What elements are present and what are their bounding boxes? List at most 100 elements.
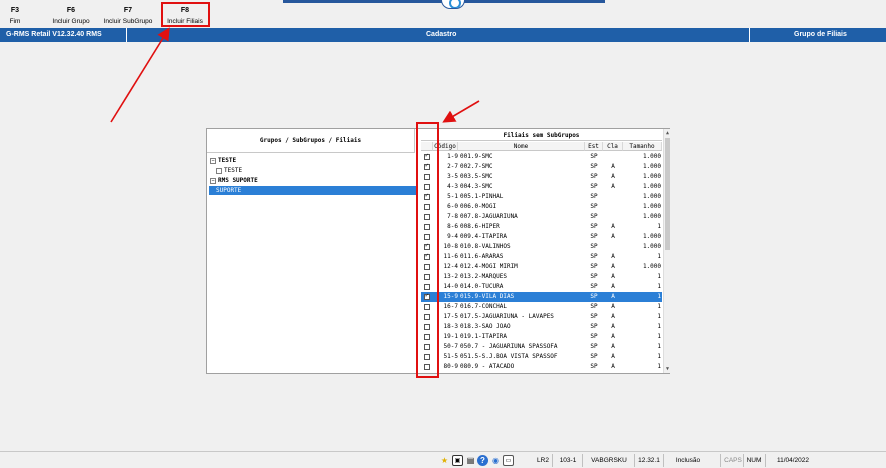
table-row[interactable]: 5-1005.1-PINHALSP1.000 (421, 192, 662, 202)
cell-cla (603, 192, 623, 202)
title-bar: G-RMS Retail V12.32.40 RMS Cadastro Grup… (0, 28, 886, 42)
cell-tamanho: 1 (657, 283, 661, 290)
column-header-nome[interactable]: Nome (458, 142, 585, 151)
cell-cla: A (611, 223, 615, 230)
column-header-tamanho[interactable]: Tamanho (623, 142, 662, 151)
table-row[interactable]: 2-7002.7-SMCSPA1.000 (421, 162, 662, 172)
table-row[interactable]: 17-5 017.5-JAGUARIUNA - LAVAPES SP A 1 (421, 312, 662, 322)
incluir-grupo-button[interactable]: F6 Incluir Grupo (48, 5, 94, 27)
table-row[interactable]: 1-9001.9-SMCSP1.000 (421, 152, 662, 162)
arrow-to-f8 (110, 27, 170, 123)
cell-tamanho: 1 (657, 323, 661, 330)
cell-cla: A (611, 183, 615, 190)
cell-tamanho: 1.000 (642, 183, 661, 190)
leaf-icon (216, 167, 222, 174)
tree-node[interactable]: − TESTE (210, 156, 236, 165)
table-row[interactable]: 50-7 050.7 - JAGUARIUNA SPASSOFA SP A 1 (421, 342, 662, 352)
grid-title: Filiais sem SubGrupos (421, 131, 662, 141)
cell-tamanho: 1 (657, 223, 661, 230)
cell-nome: 002.7-SMC (460, 163, 493, 170)
cell-nome: 017.5-JAGUARIUNA - LAVAPES (460, 313, 554, 320)
table-row[interactable]: 14-0 014.0-TUCURA SP A 1 (421, 282, 662, 292)
cell-tamanho: 1.000 (642, 263, 661, 270)
cell-est: SP (590, 163, 598, 170)
status-divider (765, 454, 766, 467)
printer-icon[interactable]: ▤ (465, 455, 476, 466)
cell-est: SP (590, 283, 598, 290)
table-row[interactable]: 4-3 004.3-SMC SP A 1.000 (421, 182, 662, 192)
scroll-thumb[interactable] (665, 138, 670, 250)
table-row[interactable]: 11-6011.6-ARARASSPA1 (421, 252, 662, 262)
cell-cla (603, 212, 623, 222)
cell-nome: 012.4-MOGI MIRIM (460, 263, 518, 270)
cell-nome: 019.1-ITAPIRA (460, 333, 507, 340)
table-row[interactable]: 9-4 009.4-ITAPIRA SP A 1.000 (421, 232, 662, 242)
status-bar: ★ ▣ ▤ ? ◉ ▭ LR2 103-1 VABGRSKU 12.32.1 I… (0, 451, 886, 468)
cell-est: SP (590, 263, 598, 270)
table-row[interactable]: 15-9015.9-VILA DIASSPA1 (421, 292, 662, 302)
incluir-grupo-key: F6 (66, 7, 76, 14)
table-row[interactable]: 80-9 080.9 - ATACADO SP A 1 (421, 362, 662, 372)
tree-header: Grupos / SubGrupos / Filiais (207, 129, 415, 153)
collapse-icon[interactable]: − (210, 157, 216, 164)
cell-nome: 007.8-JAGUARIUNA (460, 213, 518, 220)
table-row[interactable]: 51-5 051.5-S.J.BOA VISTA SPASSOF SP A 1 (421, 352, 662, 362)
cell-tamanho: 1 (657, 343, 661, 350)
table-row[interactable]: 3-5 003.5-SMC SP A 1.000 (421, 172, 662, 182)
screen-mode: Cadastro (426, 31, 457, 38)
incluir-subgrupo-button[interactable]: F7 Incluir SubGrupo (100, 5, 156, 27)
cell-nome: 013.2-MARQUES (460, 273, 507, 280)
table-row[interactable]: 7-8 007.8-JAGUARIUNA SP 1.000 (421, 212, 662, 222)
table-row[interactable]: 16-7 016.7-CONCHAL SP A 1 (421, 302, 662, 312)
cell-est: SP (590, 153, 598, 160)
table-row[interactable]: 19-1 019.1-ITAPIRA SP A 1 (421, 332, 662, 342)
scroll-down-icon[interactable]: ▼ (664, 365, 671, 373)
cell-cla: A (611, 293, 615, 300)
cell-tamanho: 1.000 (642, 243, 661, 250)
toolbar: F3 Fim F6 Incluir Grupo F7 Incluir SubGr… (0, 0, 886, 28)
status-field: 12.32.1 (638, 457, 660, 464)
cell-est: SP (590, 253, 598, 260)
cell-est: SP (590, 173, 598, 180)
tree-node[interactable]: − RMS SUPORTE (210, 176, 258, 185)
tree-node-label: SUPORTE (216, 187, 242, 194)
scroll-up-icon[interactable]: ▲ (664, 129, 671, 137)
star-icon[interactable]: ★ (439, 455, 450, 466)
network-icon[interactable]: ▣ (452, 455, 463, 466)
help-icon[interactable]: ? (477, 455, 488, 466)
column-header-est[interactable]: Est (585, 142, 603, 151)
fim-button[interactable]: F3 Fim (2, 5, 28, 27)
cell-cla: A (611, 363, 615, 370)
tree-node[interactable]: TESTE (216, 166, 242, 175)
cell-cla: A (611, 323, 615, 330)
cell-est: SP (590, 343, 598, 350)
cell-est: SP (590, 353, 598, 360)
clipboard-icon[interactable]: ▭ (503, 455, 514, 466)
column-header-cla[interactable]: Cla (603, 142, 623, 151)
chat-icon[interactable]: ◉ (490, 455, 501, 466)
cell-cla (603, 152, 623, 162)
collapse-icon[interactable]: − (210, 177, 216, 184)
filiais-grid[interactable]: Filiais sem SubGrupos Código Nome Est Cl… (421, 129, 670, 373)
table-row[interactable]: 18-3 018.3-SAO JOAO SP A 1 (421, 322, 662, 332)
table-row[interactable]: 13-2 013.2-MARQUES SP A 1 (421, 272, 662, 282)
cell-tamanho: 1.000 (642, 163, 661, 170)
table-row[interactable]: 12-4 012.4-MOGI MIRIM SP A 1.000 (421, 262, 662, 272)
group-tree[interactable]: − TESTE TESTE − RMS SUPORTE SUPORTE (207, 153, 417, 373)
status-field: 103-1 (559, 457, 577, 464)
cell-tamanho: 1 (657, 303, 661, 310)
cell-est: SP (590, 213, 598, 220)
cell-tamanho: 1.000 (642, 213, 661, 220)
table-row[interactable]: 6-0 006.0-MOGI SP 1.000 (421, 202, 662, 212)
cell-nome: 004.3-SMC (460, 183, 493, 190)
tree-node[interactable]: SUPORTE (209, 186, 416, 195)
table-row[interactable]: 8-6 008.6-HIPER SP A 1 (421, 222, 662, 232)
highlight-box-f8 (161, 2, 210, 27)
title-divider (126, 28, 127, 42)
screen-title: Grupo de Filiais (794, 31, 847, 38)
cell-cla: A (611, 163, 615, 170)
cell-tamanho: 1.000 (642, 153, 661, 160)
grid-scrollbar[interactable]: ▲ ▼ (663, 129, 670, 373)
status-divider (634, 454, 635, 467)
table-row[interactable]: 10-8010.8-VALINHOSSP1.000 (421, 242, 662, 252)
